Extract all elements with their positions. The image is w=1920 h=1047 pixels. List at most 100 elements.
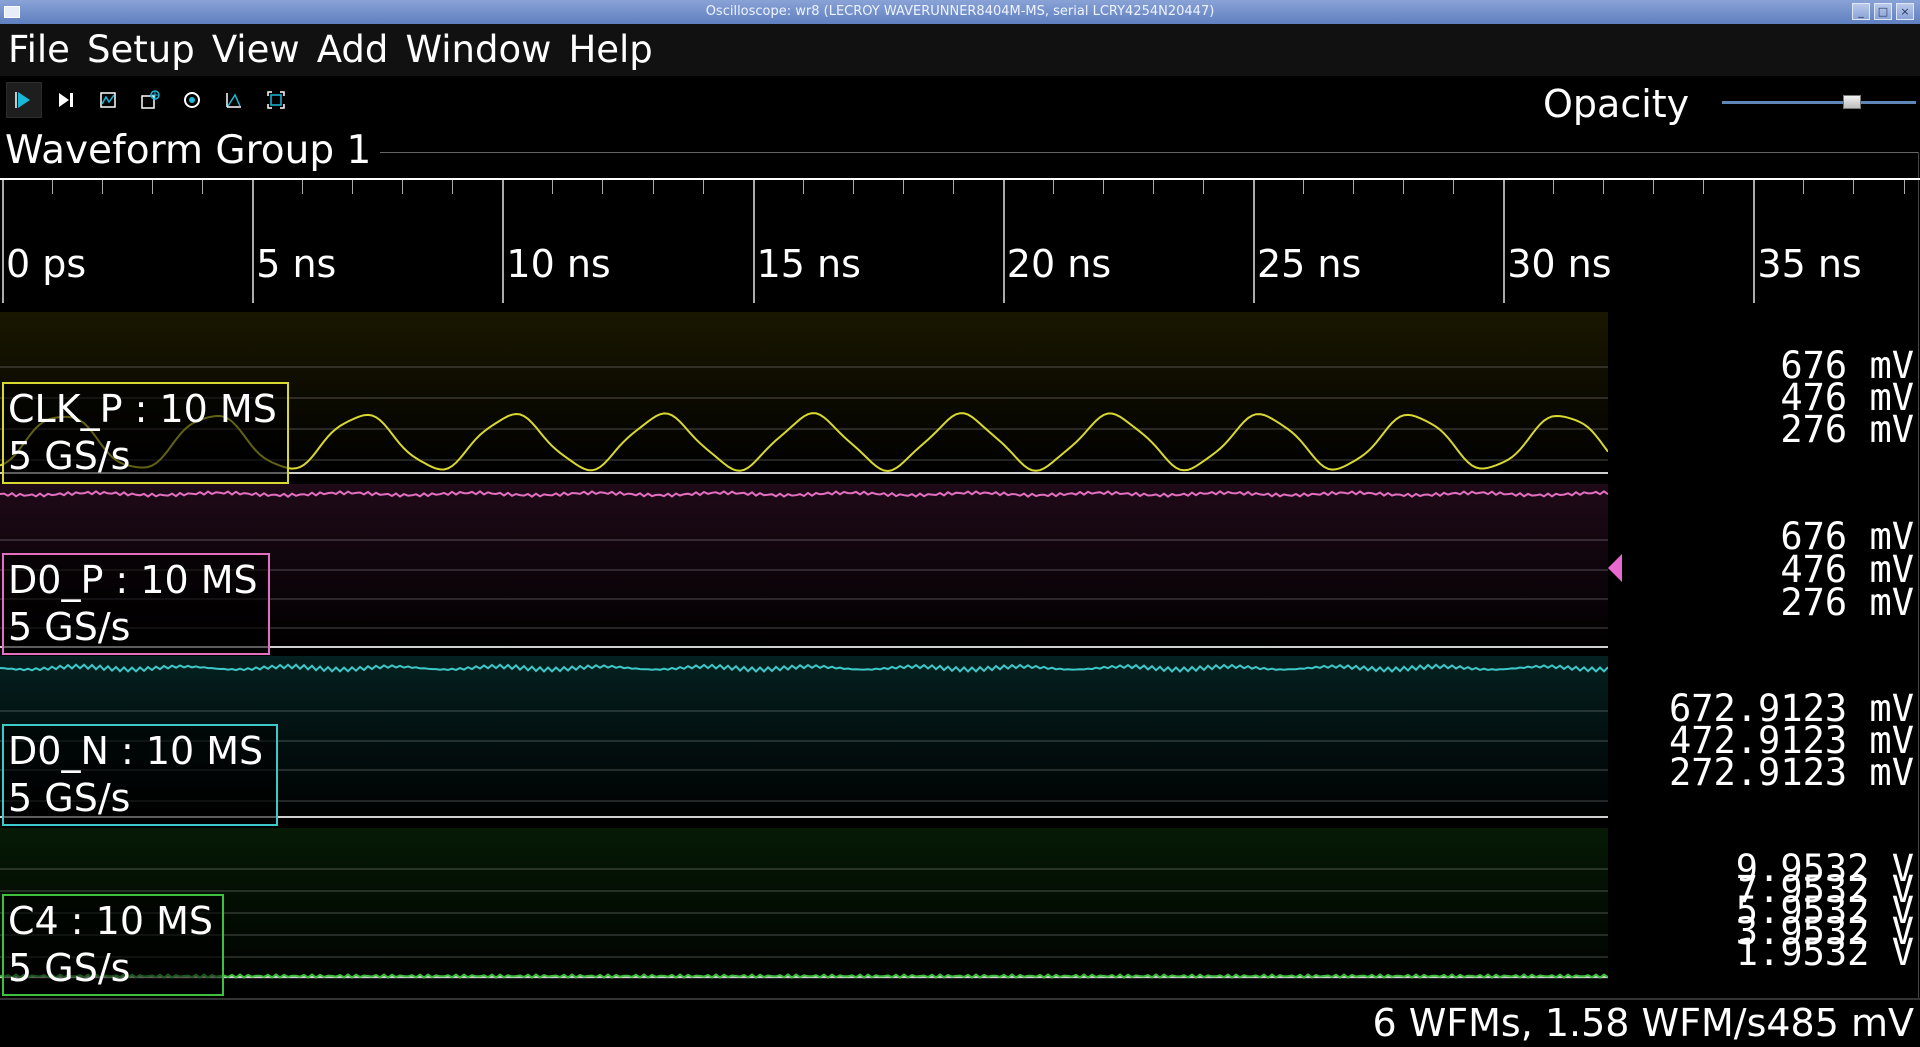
channel-label[interactable]: CLK_P : 10 MS 5 GS/s xyxy=(2,382,289,484)
close-button[interactable]: × xyxy=(1896,3,1914,20)
timeline-minor-tick xyxy=(1403,180,1405,194)
timeline-minor-tick xyxy=(352,180,354,194)
timeline-major-tick xyxy=(1503,180,1506,303)
channel-sample-rate: 5 GS/s xyxy=(8,434,131,478)
timeline-major-tick xyxy=(752,180,755,303)
timeline-minor-tick xyxy=(802,180,804,194)
vertical-axis-label: 276 mV xyxy=(1780,581,1914,624)
minimize-button[interactable]: _ xyxy=(1852,3,1870,20)
timeline-label: 15 ns xyxy=(756,242,861,286)
timeline-minor-tick xyxy=(1202,180,1204,194)
vertical-axis-label: 272.9123 mV xyxy=(1668,751,1914,794)
menu-bar: File Setup View Add Window Help xyxy=(0,24,1920,76)
menu-help[interactable]: Help xyxy=(568,24,652,76)
timeline-major-tick xyxy=(252,180,255,303)
channel-label[interactable]: C4 : 10 MS 5 GS/s xyxy=(2,894,224,996)
timeline-minor-tick xyxy=(1102,180,1104,194)
menu-window[interactable]: Window xyxy=(405,24,551,76)
timeline-minor-tick xyxy=(1052,180,1054,194)
trigger-arrow-icon xyxy=(1608,554,1622,582)
timeline-major-tick xyxy=(1253,180,1255,303)
opacity-slider-handle[interactable] xyxy=(1843,95,1862,109)
single-trigger-button[interactable] xyxy=(48,82,84,118)
timeline-minor-tick xyxy=(1353,180,1355,194)
measure-icon xyxy=(226,93,241,108)
waveform-trace[interactable] xyxy=(0,828,1608,994)
timeline-minor-tick xyxy=(1903,180,1905,194)
timeline-minor-tick xyxy=(1553,180,1555,194)
vertical-axis-label: 1.9532 V xyxy=(1735,931,1914,974)
zoom-fit-icon xyxy=(267,91,285,109)
settings-button[interactable] xyxy=(174,82,210,118)
opacity-label: Opacity xyxy=(1543,82,1690,126)
play-button[interactable] xyxy=(6,82,42,118)
channel-sample-rate: 5 GS/s xyxy=(8,605,131,649)
timeline-label: 30 ns xyxy=(1507,242,1612,286)
group-divider xyxy=(380,152,1918,153)
channel-name: D0_P : 10 MS xyxy=(8,558,258,602)
timeline-major-tick xyxy=(502,180,505,303)
status-text: 6 WFMs, 1.58 WFM/s485 mV xyxy=(1372,1001,1914,1045)
timeline-label: 0 ps xyxy=(6,242,87,286)
timeline-minor-tick xyxy=(602,180,604,194)
menu-view[interactable]: View xyxy=(212,24,300,76)
timeline-label: 5 ns xyxy=(256,242,337,286)
waveform-path xyxy=(0,973,1608,979)
channel-sample-rate: 5 GS/s xyxy=(8,946,131,990)
timeline-minor-tick xyxy=(1853,180,1855,194)
settings-icon xyxy=(184,92,200,108)
timeline-minor-tick xyxy=(1603,180,1605,194)
menu-setup[interactable]: Setup xyxy=(87,24,195,76)
play-icon xyxy=(15,92,30,108)
step-icon xyxy=(59,93,73,107)
timeline-major-tick xyxy=(1753,180,1756,303)
add-channel-icon xyxy=(141,90,160,109)
waveform-path xyxy=(0,663,1608,673)
channel-name: D0_N : 10 MS xyxy=(8,729,264,773)
channel-name: CLK_P : 10 MS xyxy=(8,387,277,431)
timeline-minor-tick xyxy=(1453,180,1455,194)
channel-sample-rate: 5 GS/s xyxy=(8,776,131,820)
trigger-level-marker[interactable] xyxy=(1606,552,1624,584)
timeline-minor-tick xyxy=(452,180,454,194)
maximize-button[interactable]: □ xyxy=(1874,3,1892,20)
timeline-major-tick xyxy=(2,180,4,303)
timeline-minor-tick xyxy=(402,180,404,194)
timeline-minor-tick xyxy=(1303,180,1305,194)
timeline-minor-tick xyxy=(1703,180,1705,194)
timeline-minor-tick xyxy=(1803,180,1805,194)
add-channel-button[interactable] xyxy=(132,82,168,118)
timeline-label: 20 ns xyxy=(1006,242,1112,286)
menu-add[interactable]: Add xyxy=(317,24,389,76)
opacity-slider[interactable] xyxy=(1722,101,1916,104)
timeline-minor-tick xyxy=(952,180,954,194)
timeline-label: 10 ns xyxy=(506,242,611,286)
timeline-minor-tick xyxy=(702,180,704,194)
timeline[interactable]: 0 ps 5 ns 10 ns 15 ns 20 ns 25 ns 30 ns 35 ns xyxy=(0,178,1920,304)
waveform-group-title: Waveform Group 1 xyxy=(5,128,372,173)
measure-button[interactable] xyxy=(216,82,252,118)
timeline-minor-tick xyxy=(102,180,104,194)
window-title: Oscilloscope: wr8 (LECROY WAVERUNNER8404… xyxy=(705,4,1215,19)
timeline-minor-tick xyxy=(1653,180,1655,194)
timeline-label: 25 ns xyxy=(1257,242,1362,286)
waveform-path xyxy=(0,490,1608,498)
timeline-minor-tick xyxy=(202,180,204,194)
timeline-label: 35 ns xyxy=(1757,242,1862,286)
channel-label[interactable]: D0_P : 10 MS 5 GS/s xyxy=(2,553,270,655)
trigger-icon xyxy=(100,92,116,108)
menu-file[interactable]: File xyxy=(8,24,70,76)
zoom-fit-button[interactable] xyxy=(258,82,294,118)
timeline-minor-tick xyxy=(1152,180,1154,194)
timeline-minor-tick xyxy=(902,180,904,194)
timeline-minor-tick xyxy=(52,180,54,194)
timeline-minor-tick xyxy=(852,180,854,194)
window-titlebar[interactable]: Oscilloscope: wr8 (LECROY WAVERUNNER8404… xyxy=(0,0,1920,25)
timeline-minor-tick xyxy=(302,180,304,194)
timeline-minor-tick xyxy=(652,180,654,194)
channel-label[interactable]: D0_N : 10 MS 5 GS/s xyxy=(2,724,278,826)
vertical-axis-label: 276 mV xyxy=(1780,408,1914,451)
stop-button[interactable] xyxy=(90,82,126,118)
timeline-minor-tick xyxy=(552,180,554,194)
timeline-major-tick xyxy=(1002,180,1005,303)
